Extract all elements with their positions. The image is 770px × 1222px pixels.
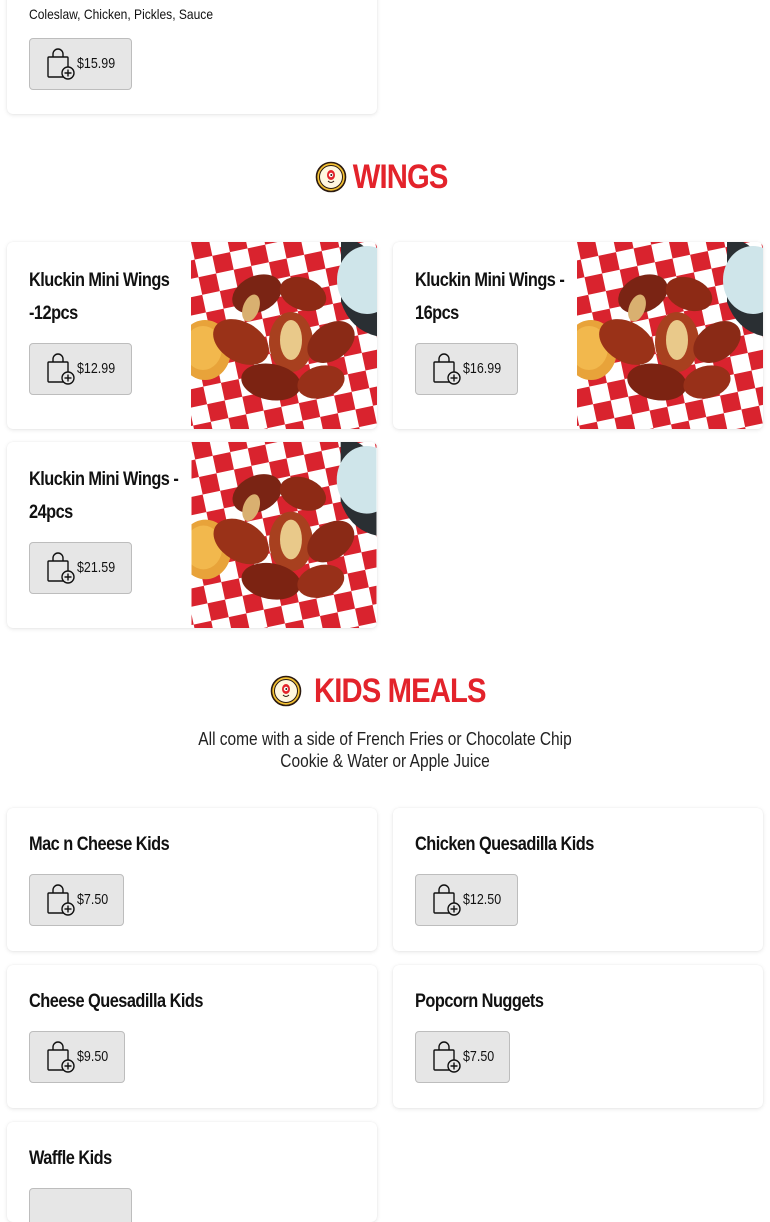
item-photo xyxy=(577,242,763,429)
menu-item-card[interactable]: Mac n Cheese Kids $7.50 xyxy=(7,808,377,951)
shopping-bag-plus-icon xyxy=(46,551,76,585)
add-to-bag-button[interactable]: $9.50 xyxy=(29,1031,125,1083)
menu-item-card[interactable]: Coleslaw, Chicken, Pickles, Sauce $15.99 xyxy=(7,0,377,114)
item-name: Chicken Quesadilla Kids xyxy=(415,834,594,855)
item-price: $12.99 xyxy=(77,361,116,377)
shopping-bag-plus-icon xyxy=(432,883,462,917)
section-subtitle: All come with a side of French Fries or … xyxy=(198,729,572,771)
section-heading-wings: WINGS xyxy=(0,156,770,198)
item-price: $9.50 xyxy=(77,1049,109,1065)
item-price: $7.50 xyxy=(77,892,109,908)
add-to-bag-button[interactable]: $7.50 xyxy=(29,874,124,926)
menu-item-card[interactable]: Kluckin Mini Wings - 24pcs $21.59 xyxy=(7,442,377,628)
shopping-bag-plus-icon xyxy=(46,883,76,917)
menu-item-card[interactable]: Popcorn Nuggets $7.50 xyxy=(393,965,763,1108)
add-to-bag-button[interactable]: $21.59 xyxy=(29,542,132,594)
section-heading-kids-meals: KIDS MEALS xyxy=(0,670,770,712)
add-to-bag-button[interactable]: $12.99 xyxy=(29,343,132,395)
item-name: Waffle Kids xyxy=(29,1148,112,1169)
item-name: Cheese Quesadilla Kids xyxy=(29,991,203,1012)
add-to-bag-button[interactable]: $15.99 xyxy=(29,38,132,90)
item-name: Popcorn Nuggets xyxy=(415,991,544,1012)
chicken-logo-icon xyxy=(270,675,302,707)
add-to-bag-button[interactable]: $12.50 xyxy=(415,874,518,926)
section-title: WINGS xyxy=(352,157,449,196)
shopping-bag-plus-icon xyxy=(432,352,462,386)
item-photo xyxy=(191,242,377,429)
shopping-bag-plus-icon xyxy=(432,1040,462,1074)
item-name: Kluckin Mini Wings - 16pcs xyxy=(415,270,565,324)
item-price: $15.99 xyxy=(77,56,116,72)
item-name: Kluckin Mini Wings -12pcs xyxy=(29,270,170,324)
item-price: $12.50 xyxy=(463,892,502,908)
menu-item-card[interactable]: Kluckin Mini Wings -12pcs $12.99 xyxy=(7,242,377,429)
add-to-bag-button[interactable]: $16.99 xyxy=(415,343,518,395)
chicken-logo-icon xyxy=(315,161,347,193)
shopping-bag-plus-icon xyxy=(46,352,76,386)
item-photo xyxy=(191,442,377,628)
section-title: KIDS MEALS xyxy=(314,671,487,710)
item-price: $21.59 xyxy=(77,560,116,576)
menu-item-card[interactable]: Chicken Quesadilla Kids $12.50 xyxy=(393,808,763,951)
menu-item-card[interactable]: Kluckin Mini Wings - 16pcs $16.99 xyxy=(393,242,763,429)
item-name: Mac n Cheese Kids xyxy=(29,834,170,855)
item-description: Coleslaw, Chicken, Pickles, Sauce xyxy=(29,6,214,22)
shopping-bag-plus-icon xyxy=(46,1040,76,1074)
add-to-bag-button[interactable] xyxy=(29,1188,132,1222)
item-price: $16.99 xyxy=(463,361,502,377)
item-name: Kluckin Mini Wings - 24pcs xyxy=(29,469,179,523)
menu-item-card[interactable]: Cheese Quesadilla Kids $9.50 xyxy=(7,965,377,1108)
add-to-bag-button[interactable]: $7.50 xyxy=(415,1031,510,1083)
menu-item-card[interactable]: Waffle Kids xyxy=(7,1122,377,1222)
shopping-bag-plus-icon xyxy=(46,47,76,81)
item-price: $7.50 xyxy=(463,1049,495,1065)
